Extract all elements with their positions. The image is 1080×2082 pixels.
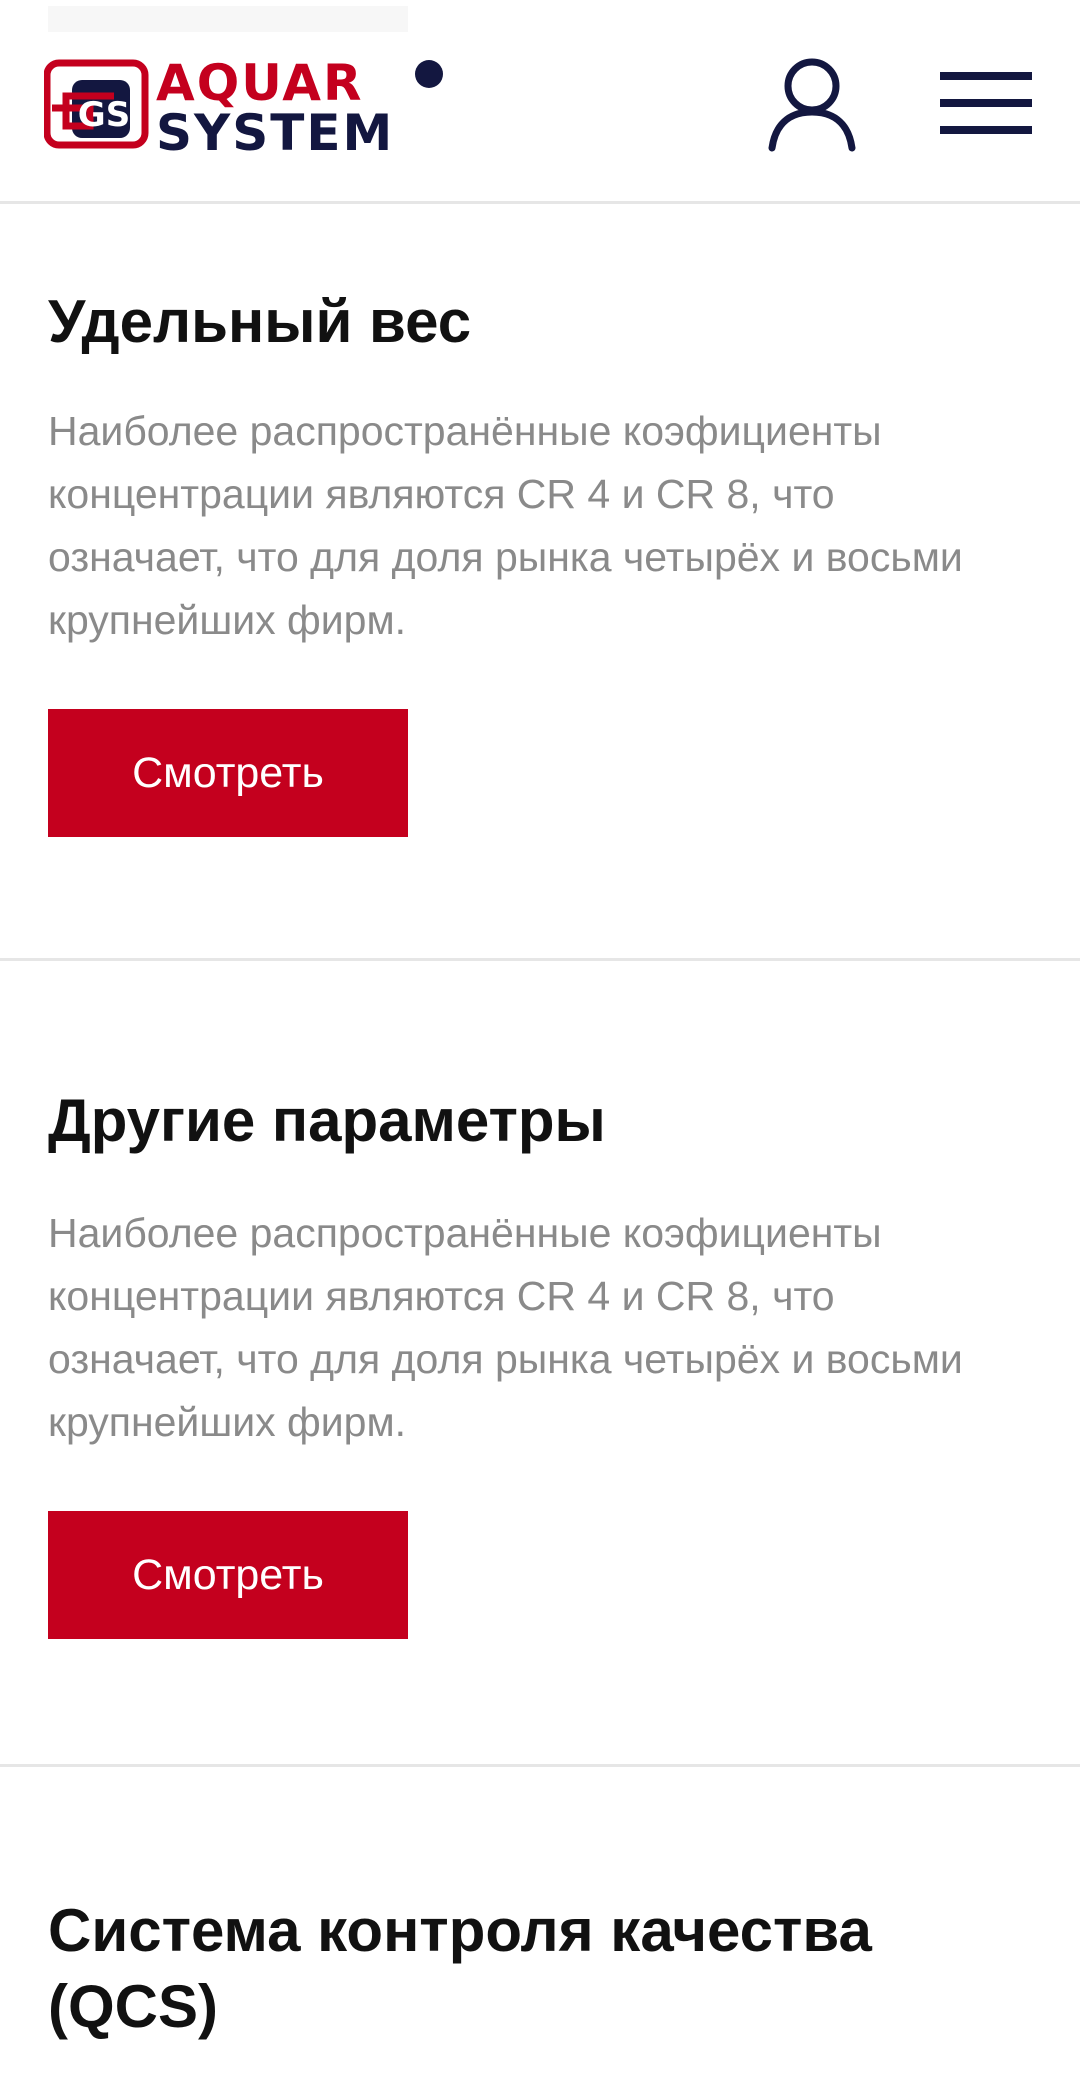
hamburger-menu-icon	[940, 126, 1032, 134]
user-account-button[interactable]	[764, 56, 860, 152]
aquar-system-logo-icon: GS AQUAR SYSTEM	[43, 54, 443, 162]
site-header: GS AQUAR SYSTEM	[0, 0, 1080, 204]
section-specific-weight: Удельный вес Наиболее распространённые к…	[0, 204, 1080, 960]
section-description: Наиболее распространённые коэфициенты ко…	[48, 408, 963, 643]
view-button[interactable]: Смотреть	[48, 709, 408, 837]
logo[interactable]: GS AQUAR SYSTEM	[43, 54, 464, 162]
section-quality-control: Система контроля качества (QCS)	[0, 1767, 1080, 2082]
hamburger-menu-button[interactable]	[940, 68, 1032, 138]
section-title: Система контроля качества (QCS)	[48, 1897, 872, 2040]
logo-monogram: GS	[78, 95, 130, 135]
section-other-parameters: Другие параметры Наиболее распространённ…	[0, 961, 1080, 1765]
section-title: Другие параметры	[48, 1087, 606, 1154]
hamburger-menu-icon	[940, 72, 1032, 80]
hamburger-menu-icon	[940, 99, 1032, 107]
user-icon	[768, 58, 856, 152]
logo-dot	[415, 60, 443, 88]
section-description: Наиболее распространённые коэфициенты ко…	[48, 1210, 963, 1445]
logo-word-system: SYSTEM	[156, 104, 394, 156]
section-title: Удельный вес	[48, 288, 472, 355]
view-button[interactable]: Смотреть	[48, 1511, 408, 1639]
